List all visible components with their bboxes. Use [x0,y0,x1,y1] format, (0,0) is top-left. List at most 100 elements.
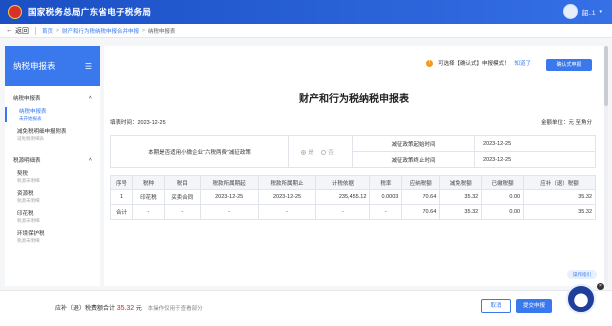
alert-icon: ! [425,59,433,67]
radio-yes-label[interactable]: 是 [308,150,314,156]
cell: - [131,204,165,220]
sidebar-item-deed-tax[interactable]: 契税 税源未明细 [5,169,100,184]
breadcrumb-merge[interactable]: 财产和行为税纳税申报合并申报 [62,27,139,35]
cell: - [163,204,201,220]
breadcrumb-bar: ← 返回 首页 > 财产和行为税纳税申报合并申报 > 纳税申报表 [0,24,612,38]
fill-date: 填表时间：2023-12-25 [110,120,166,126]
sidebar-item-status: 税源未明细 [17,238,40,243]
back-label[interactable]: 返回 [15,26,29,36]
close-icon[interactable]: × [597,283,604,290]
top-header: 国家税务总局广东省电子税务局 韶..1 ▾ [0,0,612,24]
cell: - [199,204,259,220]
amount-unit: 金额单位：元 至角分 [540,120,592,126]
sidebar-item-status: 减免税明细表 [17,136,44,141]
sidebar-item-label[interactable]: 纳税申报表 [19,107,92,115]
user-name[interactable]: 韶..1 [582,7,596,17]
cell: 0.0003 [369,189,403,205]
cancel-button[interactable]: 取消 [481,299,511,313]
notice: ! 可选择【确认式】申报模式！ 知道了 [425,59,531,67]
policy-question: 本期是否适用小微企业“六税两费”减征政策 [110,135,289,168]
sidebar-title: 纳税申报表 [13,61,56,71]
sidebar-item-status: 未开始报表 [19,116,42,121]
cell: 1 [110,189,133,205]
sidebar-item-resource-tax[interactable]: 资源税 税源未明细 [5,189,100,204]
group-label[interactable]: 税源明细表 [13,156,41,164]
user-menu[interactable]: 韶..1 ▾ [562,4,602,19]
end-date: 2023-12-25 [474,151,596,168]
sidebar-item-status: 税源未明细 [17,178,40,183]
confirm-mode-button[interactable]: 确认式申报 [546,59,592,71]
sidebar-item-stamp-tax[interactable]: 印花税 税源未明细 [5,209,100,224]
report-title: 财产和行为税纳税申报表 [299,94,409,105]
sidebar-group-sources[interactable]: 税源明细表 ˄ [5,156,100,164]
tax-table: 序号 税种 税目 税款所属期起 税款所属期止 计税依据 税率 应纳税额 减免税额… [110,175,596,220]
sidebar-item-label[interactable]: 资源税 [17,189,92,197]
cell: 买卖合同 [163,189,201,205]
table-header-row: 序号 税种 税目 税款所属期起 税款所属期止 计税依据 税率 应纳税额 减免税额… [110,175,596,190]
cell: - [369,204,403,220]
sidebar-item-label[interactable]: 减免税明细申报附表 [17,127,92,135]
sidebar-item-label[interactable]: 契税 [17,169,92,177]
cell: 2023-12-25 [257,189,317,205]
cell: 35.32 [439,204,483,220]
avatar[interactable] [562,4,578,19]
dismiss-link[interactable]: 知道了 [514,59,531,67]
sidebar-item-label[interactable]: 环境保护税 [17,229,92,237]
total-summary: 应补（退）税费额合计 35.32 元 本操作仅用于查看部分 [55,303,203,312]
sidebar: 纳税申报表 ☰ 纳税申报表 ˄ 纳税申报表 未开始报表 减免税明细申报附表 减免… [5,46,100,286]
group-label[interactable]: 纳税申报表 [13,94,41,102]
submit-button[interactable]: 提交申报 [516,299,552,313]
sidebar-item-label[interactable]: 印花税 [17,209,92,217]
cell: 0.00 [481,204,525,220]
column-header: 减免税额 [439,175,483,190]
menu-icon[interactable]: ☰ [85,62,92,71]
sidebar-item-report[interactable]: 纳税申报表 未开始报表 [5,107,100,122]
start-date: 2023-12-25 [474,135,596,152]
sidebar-group-reports[interactable]: 纳税申报表 ˄ [5,94,100,102]
assistant-mascot-icon[interactable] [566,284,596,314]
footer-hint: 本操作仅用于查看部分 [147,306,203,312]
breadcrumb-current: 纳税申报表 [147,28,176,35]
total-label: 应补（退）税费额合计 [55,306,116,312]
app-title: 国家税务总局广东省电子税务局 [28,7,152,17]
cell: 35.32 [523,189,596,205]
chevron-up-icon[interactable]: ˄ [89,157,92,163]
scrollbar[interactable] [604,46,608,286]
cell: 235,455.12 [315,189,371,205]
column-header: 应纳税额 [401,175,441,190]
sidebar-item-status: 税源未明细 [17,218,40,223]
chevron-down-icon[interactable]: ▾ [599,9,602,15]
table-row: 1 印花税 买卖合同 2023-12-25 2023-12-25 235,455… [110,189,596,205]
cell: 70.64 [401,204,441,220]
sidebar-item-status: 税源未明细 [17,198,40,203]
total-unit: 元 [135,306,142,312]
cell: 合计 [110,204,133,220]
arrow-left-icon[interactable]: ← [6,27,13,34]
scrollbar-thumb[interactable] [604,46,608,106]
chevron-right-icon: > [56,27,59,34]
chevron-up-icon[interactable]: ˄ [89,95,92,101]
divider [35,26,36,35]
radio-no-label[interactable]: 否 [328,150,334,156]
sidebar-header: 纳税申报表 ☰ [5,46,100,86]
notice-text: 可选择【确认式】申报模式！ [437,61,510,67]
back-button[interactable]: ← 返回 [6,26,29,36]
start-label: 减征政策起始时间 [352,135,475,152]
radio-yes[interactable] [301,149,307,155]
sidebar-item-relief[interactable]: 减免税明细申报附表 减免税明细表 [5,127,100,142]
cell: - [257,204,317,220]
radio-no[interactable] [321,149,327,155]
breadcrumb-home[interactable]: 首页 [42,27,53,35]
column-header: 税率 [369,175,403,190]
cell: 35.32 [523,204,596,220]
column-header: 税种 [131,175,165,190]
sidebar-item-env-tax[interactable]: 环境保护税 税源未明细 [5,229,100,244]
column-header: 序号 [110,175,133,190]
cell: 印花税 [131,189,165,205]
column-header: 应补（退）税额 [523,175,596,190]
guide-pill[interactable]: 操作指引 [567,270,597,279]
column-header: 已缴税额 [481,175,525,190]
cell: 0.00 [481,189,525,205]
chevron-right-icon: > [141,27,145,34]
tax-emblem-icon [8,5,22,19]
